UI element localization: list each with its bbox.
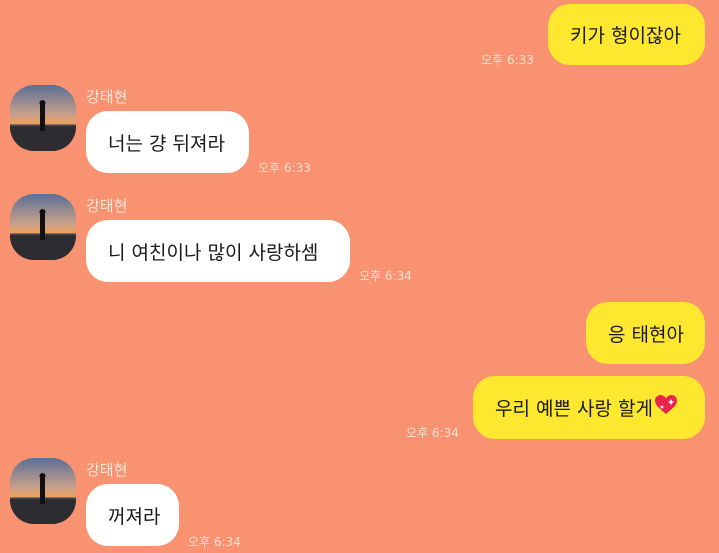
message-timestamp: 오후 6:34 <box>406 426 459 440</box>
sparkling-heart-icon <box>654 395 677 420</box>
message-bubble-theirs[interactable]: 꺼져라 <box>86 484 179 546</box>
message-timestamp: 오후 6:34 <box>188 535 241 549</box>
avatar[interactable] <box>10 194 76 260</box>
message-bubble-theirs[interactable]: 니 여친이나 많이 사랑하셈 <box>86 220 350 282</box>
sender-name: 강태현 <box>86 197 128 215</box>
message-bubble-mine[interactable]: 우리 예쁜 사랑 할게 <box>473 376 705 439</box>
sender-name: 강태현 <box>86 88 128 106</box>
avatar[interactable] <box>10 458 76 524</box>
message-bubble-mine[interactable]: 키가 형이잖아 <box>548 4 705 65</box>
message-bubble-mine[interactable]: 응 태현아 <box>586 302 705 364</box>
message-timestamp: 오후 6:33 <box>258 161 311 175</box>
message-bubble-theirs[interactable]: 너는 걍 뒤져라 <box>86 111 249 173</box>
message-text: 응 태현아 <box>608 323 684 346</box>
message-text: 우리 예쁜 사랑 할게 <box>495 398 653 420</box>
message-timestamp: 오후 6:33 <box>481 53 534 67</box>
message-timestamp: 오후 6:34 <box>359 269 412 283</box>
sender-name: 강태현 <box>86 461 128 479</box>
message-text: 너는 걍 뒤져라 <box>108 132 225 155</box>
message-text: 니 여친이나 많이 사랑하셈 <box>108 241 319 264</box>
avatar[interactable] <box>10 85 76 151</box>
message-text: 키가 형이잖아 <box>570 25 681 47</box>
message-text: 꺼져라 <box>108 505 161 528</box>
